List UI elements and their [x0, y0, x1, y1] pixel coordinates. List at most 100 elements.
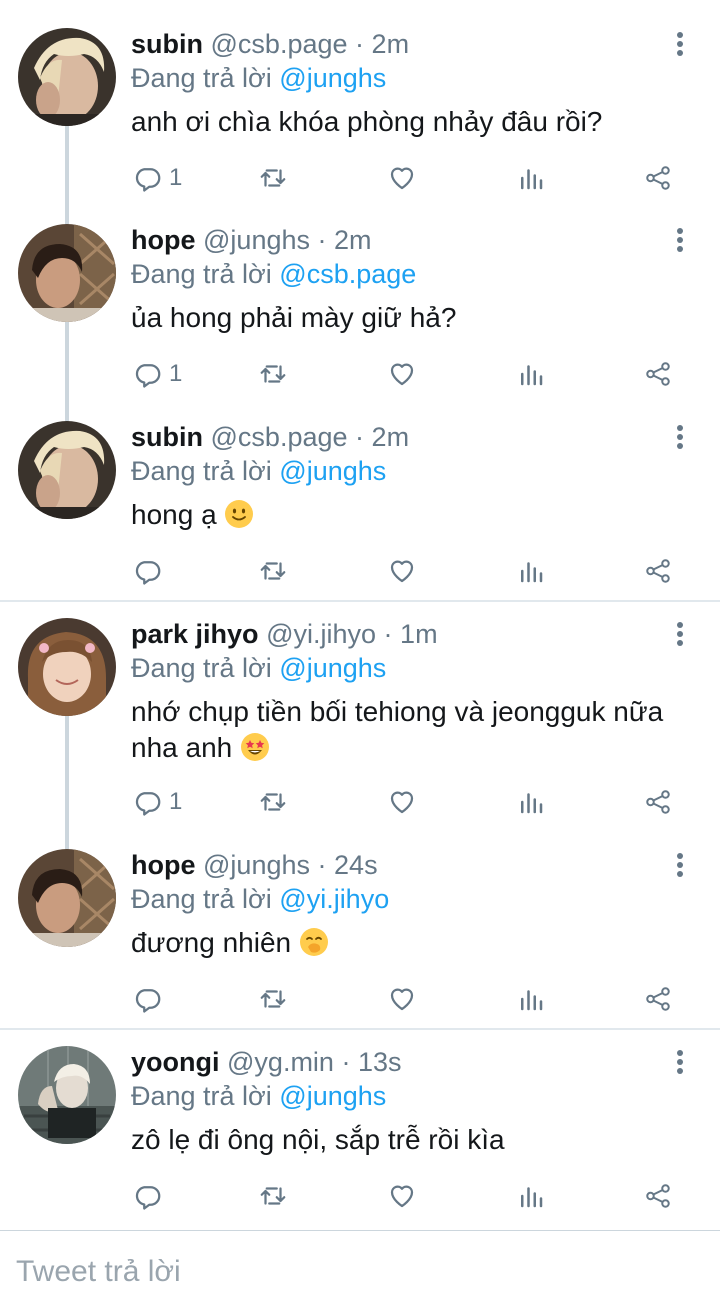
- retweet-button[interactable]: [258, 782, 288, 822]
- reply-button[interactable]: 1: [133, 354, 182, 394]
- retweet-button[interactable]: [258, 354, 288, 394]
- avatar[interactable]: [18, 618, 116, 716]
- reply-input[interactable]: [16, 1250, 696, 1294]
- user-handle[interactable]: @junghs: [203, 225, 310, 255]
- tweet-header: hope @junghs · 2m: [131, 224, 372, 256]
- avatar[interactable]: [18, 849, 116, 947]
- mention-link[interactable]: @junghs: [279, 653, 386, 683]
- timestamp: 2m: [334, 225, 372, 255]
- tweet-header: park jihyo @yi.jihyo · 1m: [131, 618, 438, 650]
- separator-dot: ·: [317, 225, 327, 255]
- reply-prefix: Đang trả lời: [131, 456, 272, 486]
- display-name[interactable]: subin: [131, 422, 203, 452]
- reply-icon: [135, 989, 161, 1013]
- display-name[interactable]: hope: [131, 225, 196, 255]
- retweet-icon: [260, 365, 286, 383]
- tweet-header: subin @csb.page · 2m: [131, 28, 409, 60]
- analytics-button[interactable]: [516, 354, 546, 394]
- like-button[interactable]: [387, 782, 417, 822]
- display-name[interactable]: hope: [131, 850, 196, 880]
- avatar[interactable]: [18, 1046, 116, 1144]
- reply-count: 1: [169, 164, 183, 191]
- analytics-button[interactable]: [516, 1176, 546, 1216]
- reply-prefix: Đang trả lời: [131, 884, 272, 914]
- mention-link[interactable]: @yi.jihyo: [279, 884, 389, 914]
- reply-icon: [135, 168, 161, 192]
- mention-link[interactable]: @csb.page: [279, 259, 416, 289]
- reply-button[interactable]: [133, 1176, 169, 1216]
- tweet[interactable]: hope @junghs · 24s Đang trả lời @yi.jihy…: [0, 821, 720, 1028]
- reply-button[interactable]: [133, 979, 169, 1019]
- like-button[interactable]: [387, 979, 417, 1019]
- more-vertical-icon[interactable]: [666, 32, 694, 62]
- user-handle[interactable]: @yg.min: [227, 1047, 334, 1077]
- retweet-icon: [260, 793, 286, 811]
- share-button[interactable]: [643, 354, 673, 394]
- analytics-button[interactable]: [516, 782, 546, 822]
- display-name[interactable]: park jihyo: [131, 619, 259, 649]
- like-button[interactable]: [387, 1176, 417, 1216]
- analytics-button[interactable]: [516, 551, 546, 591]
- share-button[interactable]: [643, 979, 673, 1019]
- mention-link[interactable]: @junghs: [279, 456, 386, 486]
- tweet[interactable]: subin @csb.page · 2m Đang trả lời @jungh…: [0, 0, 720, 197]
- tweet-text-line: nhớ chụp tiền bối tehiong và jeongguk nữ…: [131, 696, 664, 727]
- tweet[interactable]: hope @junghs · 2m Đang trả lời @csb.page…: [0, 196, 720, 393]
- share-button[interactable]: [643, 551, 673, 591]
- timestamp: 24s: [334, 850, 378, 880]
- share-button[interactable]: [643, 1176, 673, 1216]
- avatar[interactable]: [18, 224, 116, 322]
- more-vertical-icon[interactable]: [666, 1050, 694, 1080]
- tweet-text: đương nhiên: [131, 925, 691, 961]
- more-vertical-icon[interactable]: [666, 425, 694, 455]
- like-button[interactable]: [387, 354, 417, 394]
- more-vertical-icon[interactable]: [666, 622, 694, 652]
- share-button[interactable]: [643, 782, 673, 822]
- share-button[interactable]: [643, 158, 673, 198]
- tweet-text: zô lẹ đi ông nội, sắp trễ rồi kìa: [131, 1124, 505, 1155]
- mention-link[interactable]: @junghs: [279, 1081, 386, 1111]
- user-handle[interactable]: @csb.page: [211, 29, 348, 59]
- user-handle[interactable]: @junghs: [203, 850, 310, 880]
- tweet[interactable]: yoongi @yg.min · 13s Đang trả lời @jungh…: [0, 1018, 720, 1228]
- user-handle[interactable]: @yi.jihyo: [266, 619, 376, 649]
- display-name[interactable]: yoongi: [131, 1047, 220, 1077]
- tweet-text-content: nha anh: [131, 732, 233, 763]
- tweet-header: hope @junghs · 24s: [131, 849, 378, 881]
- reply-context: Đang trả lời @junghs: [131, 62, 386, 94]
- display-name[interactable]: subin: [131, 29, 203, 59]
- tweet-actions: 1: [0, 782, 720, 822]
- reply-button[interactable]: 1: [133, 158, 182, 198]
- tweet-actions: [0, 551, 720, 591]
- share-icon: [646, 559, 670, 583]
- star-struck-face-emoji: [241, 733, 269, 761]
- retweet-button[interactable]: [258, 1176, 288, 1216]
- retweet-icon: [260, 1187, 286, 1205]
- tweet-text: nhớ chụp tiền bối tehiong và jeongguk nữ…: [131, 694, 691, 766]
- tweet-actions: [0, 979, 720, 1019]
- like-button[interactable]: [387, 158, 417, 198]
- retweet-button[interactable]: [258, 551, 288, 591]
- reply-button[interactable]: 1: [133, 782, 182, 822]
- mention-link[interactable]: @junghs: [279, 63, 386, 93]
- heart-icon: [390, 791, 414, 814]
- face-with-hand-over-mouth-emoji: [299, 928, 328, 956]
- avatar[interactable]: [18, 421, 116, 519]
- retweet-button[interactable]: [258, 979, 288, 1019]
- tweet[interactable]: subin @csb.page · 2m Đang trả lời @jungh…: [0, 393, 720, 600]
- analytics-button[interactable]: [516, 979, 546, 1019]
- more-vertical-icon[interactable]: [666, 228, 694, 258]
- reply-context: Đang trả lời @junghs: [131, 1080, 386, 1112]
- avatar[interactable]: [18, 28, 116, 126]
- tweet-text: hong ạ: [131, 497, 691, 533]
- retweet-button[interactable]: [258, 158, 288, 198]
- separator-dot: ·: [355, 29, 365, 59]
- reply-button[interactable]: [133, 551, 169, 591]
- tweet-text-content: hong ạ: [131, 499, 217, 530]
- like-button[interactable]: [387, 551, 417, 591]
- more-vertical-icon[interactable]: [666, 853, 694, 883]
- tweet[interactable]: park jihyo @yi.jihyo · 1m Đang trả lời @…: [0, 590, 720, 827]
- analytics-button[interactable]: [516, 158, 546, 198]
- user-handle[interactable]: @csb.page: [211, 422, 348, 452]
- analytics-icon: [521, 365, 543, 386]
